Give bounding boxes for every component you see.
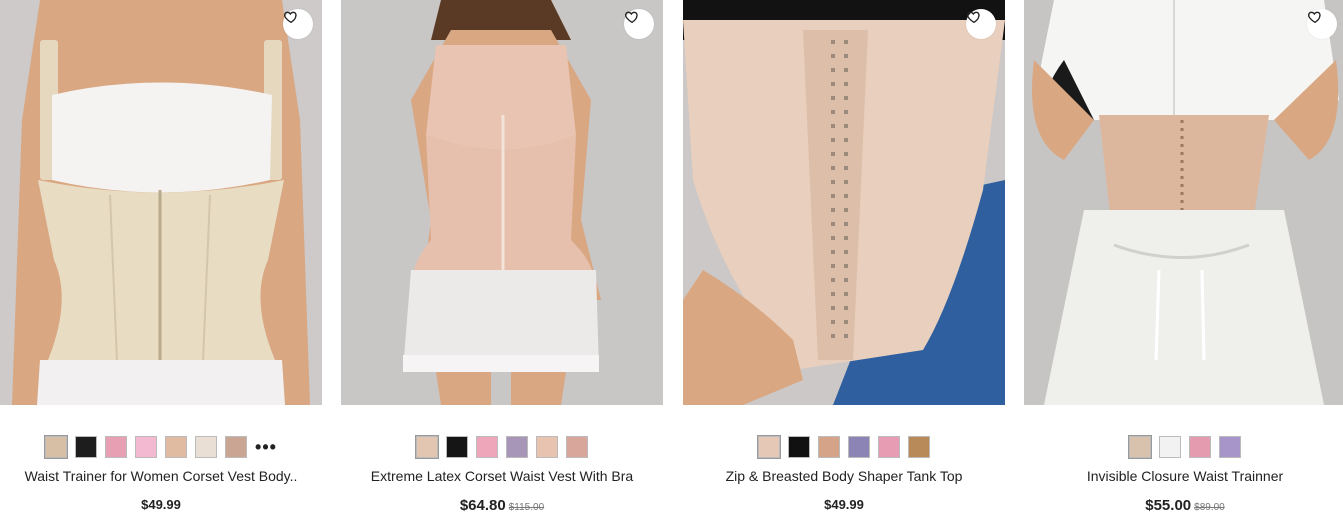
color-swatches	[341, 435, 663, 460]
color-swatch[interactable]	[225, 436, 247, 458]
product-price: $64.80	[459, 497, 506, 514]
color-swatch[interactable]	[1219, 436, 1241, 458]
color-swatch[interactable]	[105, 436, 127, 458]
color-swatch[interactable]	[446, 436, 468, 458]
product-image[interactable]	[0, 0, 322, 405]
product-card[interactable]: Extreme Latex Corset Waist Vest With Bra…	[341, 0, 663, 520]
price-row: $64.80 $115.00	[341, 497, 663, 514]
color-swatch[interactable]	[415, 435, 439, 459]
wishlist-button[interactable]	[283, 9, 313, 39]
color-swatch[interactable]	[878, 436, 900, 458]
product-title[interactable]: Zip & Breasted Body Shaper Tank Top	[693, 468, 995, 484]
color-swatches	[1024, 435, 1343, 460]
color-swatch[interactable]	[818, 436, 840, 458]
color-swatch[interactable]	[757, 435, 781, 459]
color-swatches	[683, 435, 1005, 460]
color-swatch[interactable]	[1159, 436, 1181, 458]
color-swatch[interactable]	[848, 436, 870, 458]
product-title[interactable]: Waist Trainer for Women Corset Vest Body…	[10, 468, 312, 484]
product-title[interactable]: Invisible Closure Waist Trainner	[1034, 468, 1336, 484]
color-swatch[interactable]	[536, 436, 558, 458]
color-swatch[interactable]	[135, 436, 157, 458]
product-price: $49.99	[824, 497, 864, 512]
price-row: $49.99	[0, 497, 322, 512]
product-card[interactable]: Zip & Breasted Body Shaper Tank Top $49.…	[683, 0, 1005, 520]
color-swatch[interactable]	[476, 436, 498, 458]
color-swatch[interactable]	[1189, 436, 1211, 458]
product-price: $55.00	[1145, 497, 1192, 514]
wishlist-button[interactable]	[624, 9, 654, 39]
color-swatch[interactable]	[44, 435, 68, 459]
color-swatches: •••	[0, 435, 322, 460]
price-row: $55.00 $89.00	[1024, 497, 1343, 514]
product-card[interactable]: Invisible Closure Waist Trainner $55.00 $…	[1024, 0, 1343, 520]
product-image[interactable]	[341, 0, 663, 405]
original-price: $89.00	[1194, 502, 1225, 513]
color-swatch[interactable]	[1128, 435, 1152, 459]
product-price: $49.99	[141, 497, 181, 512]
color-swatch[interactable]	[788, 436, 810, 458]
color-swatch[interactable]	[566, 436, 588, 458]
original-price: $115.00	[508, 502, 545, 513]
product-card[interactable]: ••• Waist Trainer for Women Corset Vest …	[0, 0, 322, 520]
wishlist-button[interactable]	[966, 9, 996, 39]
product-image[interactable]	[1024, 0, 1343, 405]
wishlist-button[interactable]	[1307, 9, 1337, 39]
color-swatch[interactable]	[908, 436, 930, 458]
color-swatch[interactable]	[506, 436, 528, 458]
price-row: $49.99	[683, 497, 1005, 512]
color-swatch[interactable]	[165, 436, 187, 458]
product-grid: ••• Waist Trainer for Women Corset Vest …	[0, 0, 1343, 520]
product-image[interactable]	[683, 0, 1005, 405]
more-colors-button[interactable]: •••	[255, 436, 277, 458]
product-title[interactable]: Extreme Latex Corset Waist Vest With Bra	[351, 468, 653, 484]
color-swatch[interactable]	[195, 436, 217, 458]
color-swatch[interactable]	[75, 436, 97, 458]
